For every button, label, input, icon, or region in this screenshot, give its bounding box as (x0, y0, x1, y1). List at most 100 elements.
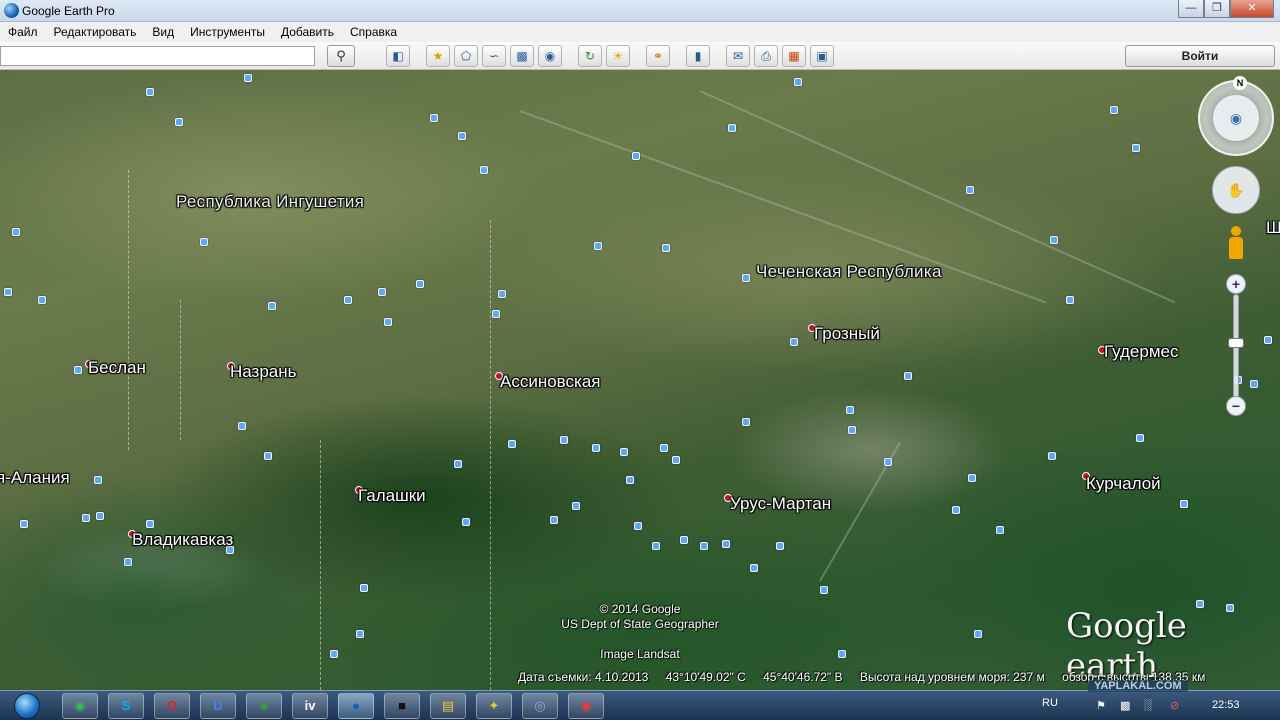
eye-icon[interactable]: ◉ (1212, 94, 1260, 142)
city-label-vladikavkaz[interactable]: Владикавказ (132, 530, 233, 550)
poi-marker[interactable] (1264, 336, 1272, 344)
google-earth-icon[interactable]: ● (338, 693, 374, 719)
sidebar-icon[interactable]: ◧ (386, 45, 410, 67)
poi-marker[interactable] (848, 426, 856, 434)
poi-marker[interactable] (846, 406, 854, 414)
ivo-app-icon[interactable]: iv (292, 693, 328, 719)
poi-marker[interactable] (672, 456, 680, 464)
green-app-icon[interactable]: ■ (246, 693, 282, 719)
poi-marker[interactable] (968, 474, 976, 482)
poi-marker[interactable] (790, 338, 798, 346)
volume-muted-icon[interactable]: ⊘ (1170, 699, 1179, 712)
poi-marker[interactable] (480, 166, 488, 174)
zoom-in-button[interactable]: + (1226, 274, 1246, 294)
close-button[interactable]: ✕ (1230, 0, 1274, 18)
poi-marker[interactable] (1250, 380, 1258, 388)
city-label-grozny[interactable]: Грозный (814, 324, 880, 344)
start-button[interactable] (4, 691, 48, 720)
login-button[interactable]: Войти (1125, 45, 1275, 67)
poi-marker[interactable] (996, 526, 1004, 534)
city-label-kurchaloy[interactable]: Курчалой (1086, 474, 1161, 494)
poi-marker[interactable] (592, 444, 600, 452)
minimize-button[interactable]: — (1178, 0, 1204, 18)
poi-marker[interactable] (498, 290, 506, 298)
poi-marker[interactable] (974, 630, 982, 638)
menu-tools[interactable]: Инструменты (182, 22, 273, 42)
flag-icon[interactable]: ⚑ (1096, 699, 1106, 712)
poi-marker[interactable] (146, 520, 154, 528)
menu-view[interactable]: Вид (144, 22, 182, 42)
poi-marker[interactable] (200, 238, 208, 246)
planets-icon[interactable]: ⚭ (646, 45, 670, 67)
ruler-icon[interactable]: ▮ (686, 45, 710, 67)
poi-marker[interactable] (966, 186, 974, 194)
chrome-icon[interactable]: ◉ (62, 693, 98, 719)
search-input[interactable] (0, 46, 315, 66)
zoom-slider-thumb[interactable] (1228, 338, 1244, 348)
poi-marker[interactable] (458, 132, 466, 140)
poi-marker[interactable] (1136, 434, 1144, 442)
poi-marker[interactable] (146, 88, 154, 96)
path-icon[interactable]: ∽ (482, 45, 506, 67)
language-indicator[interactable]: RU (1042, 697, 1058, 709)
poi-marker[interactable] (20, 520, 28, 528)
edge-label[interactable]: Ш (1266, 218, 1280, 238)
region-label-chechnya[interactable]: Чеченская Республика (756, 262, 942, 282)
poi-marker[interactable] (722, 540, 730, 548)
poi-marker[interactable] (550, 516, 558, 524)
device-icon[interactable]: ▩ (1120, 699, 1130, 712)
tour-icon[interactable]: ◉ (538, 45, 562, 67)
poi-marker[interactable] (742, 418, 750, 426)
poi-marker[interactable] (728, 124, 736, 132)
region-label-ingushetia[interactable]: Республика Ингушетия (176, 192, 364, 212)
poi-marker[interactable] (1048, 452, 1056, 460)
poi-marker[interactable] (680, 536, 688, 544)
city-label-assinovskaya[interactable]: Ассиновская (500, 372, 601, 392)
network-icon[interactable]: ◎ (522, 693, 558, 719)
clock[interactable]: 22:53 (1212, 699, 1240, 711)
terminal-icon[interactable]: ■ (384, 693, 420, 719)
poi-marker[interactable] (560, 436, 568, 444)
zoom-out-button[interactable]: − (1226, 396, 1246, 416)
poi-marker[interactable] (594, 242, 602, 250)
poi-marker[interactable] (454, 460, 462, 468)
map-view[interactable]: Республика Ингушетия Чеченская Республик… (0, 70, 1280, 690)
maximize-button[interactable]: ❐ (1204, 0, 1230, 18)
poi-marker[interactable] (74, 366, 82, 374)
historical-imagery-icon[interactable]: ↻ (578, 45, 602, 67)
poi-marker[interactable] (952, 506, 960, 514)
poi-marker[interactable] (508, 440, 516, 448)
overlay-icon[interactable]: ▩ (510, 45, 534, 67)
poi-marker[interactable] (572, 502, 580, 510)
menu-file[interactable]: Файл (0, 22, 46, 42)
sunlight-icon[interactable]: ☀ (606, 45, 630, 67)
poi-marker[interactable] (378, 288, 386, 296)
menu-add[interactable]: Добавить (273, 22, 342, 42)
poi-marker[interactable] (620, 448, 628, 456)
signal-icon[interactable]: ░ (1144, 699, 1152, 711)
city-label-gudermes[interactable]: Гудермес (1104, 342, 1178, 362)
poi-marker[interactable] (82, 514, 90, 522)
poi-marker[interactable] (384, 318, 392, 326)
city-label-galashki[interactable]: Галашки (358, 486, 426, 506)
print-icon[interactable]: ⎙ (754, 45, 778, 67)
poi-marker[interactable] (416, 280, 424, 288)
butterfly-icon[interactable]: ✦ (476, 693, 512, 719)
poi-marker[interactable] (175, 118, 183, 126)
poi-marker[interactable] (38, 296, 46, 304)
poi-marker[interactable] (268, 302, 276, 310)
placemark-icon[interactable]: ★ (426, 45, 450, 67)
email-icon[interactable]: ✉ (726, 45, 750, 67)
poi-marker[interactable] (626, 476, 634, 484)
menu-edit[interactable]: Редактировать (46, 22, 145, 42)
poi-marker[interactable] (356, 630, 364, 638)
search-icon[interactable]: ⚲ (327, 45, 355, 67)
save-image-icon[interactable]: ▦ (782, 45, 806, 67)
poi-marker[interactable] (1050, 236, 1058, 244)
poi-marker[interactable] (632, 152, 640, 160)
poi-marker[interactable] (820, 586, 828, 594)
poi-marker[interactable] (96, 512, 104, 520)
polygon-icon[interactable]: ⬠ (454, 45, 478, 67)
opera-icon[interactable]: O (154, 693, 190, 719)
poi-marker[interactable] (4, 288, 12, 296)
